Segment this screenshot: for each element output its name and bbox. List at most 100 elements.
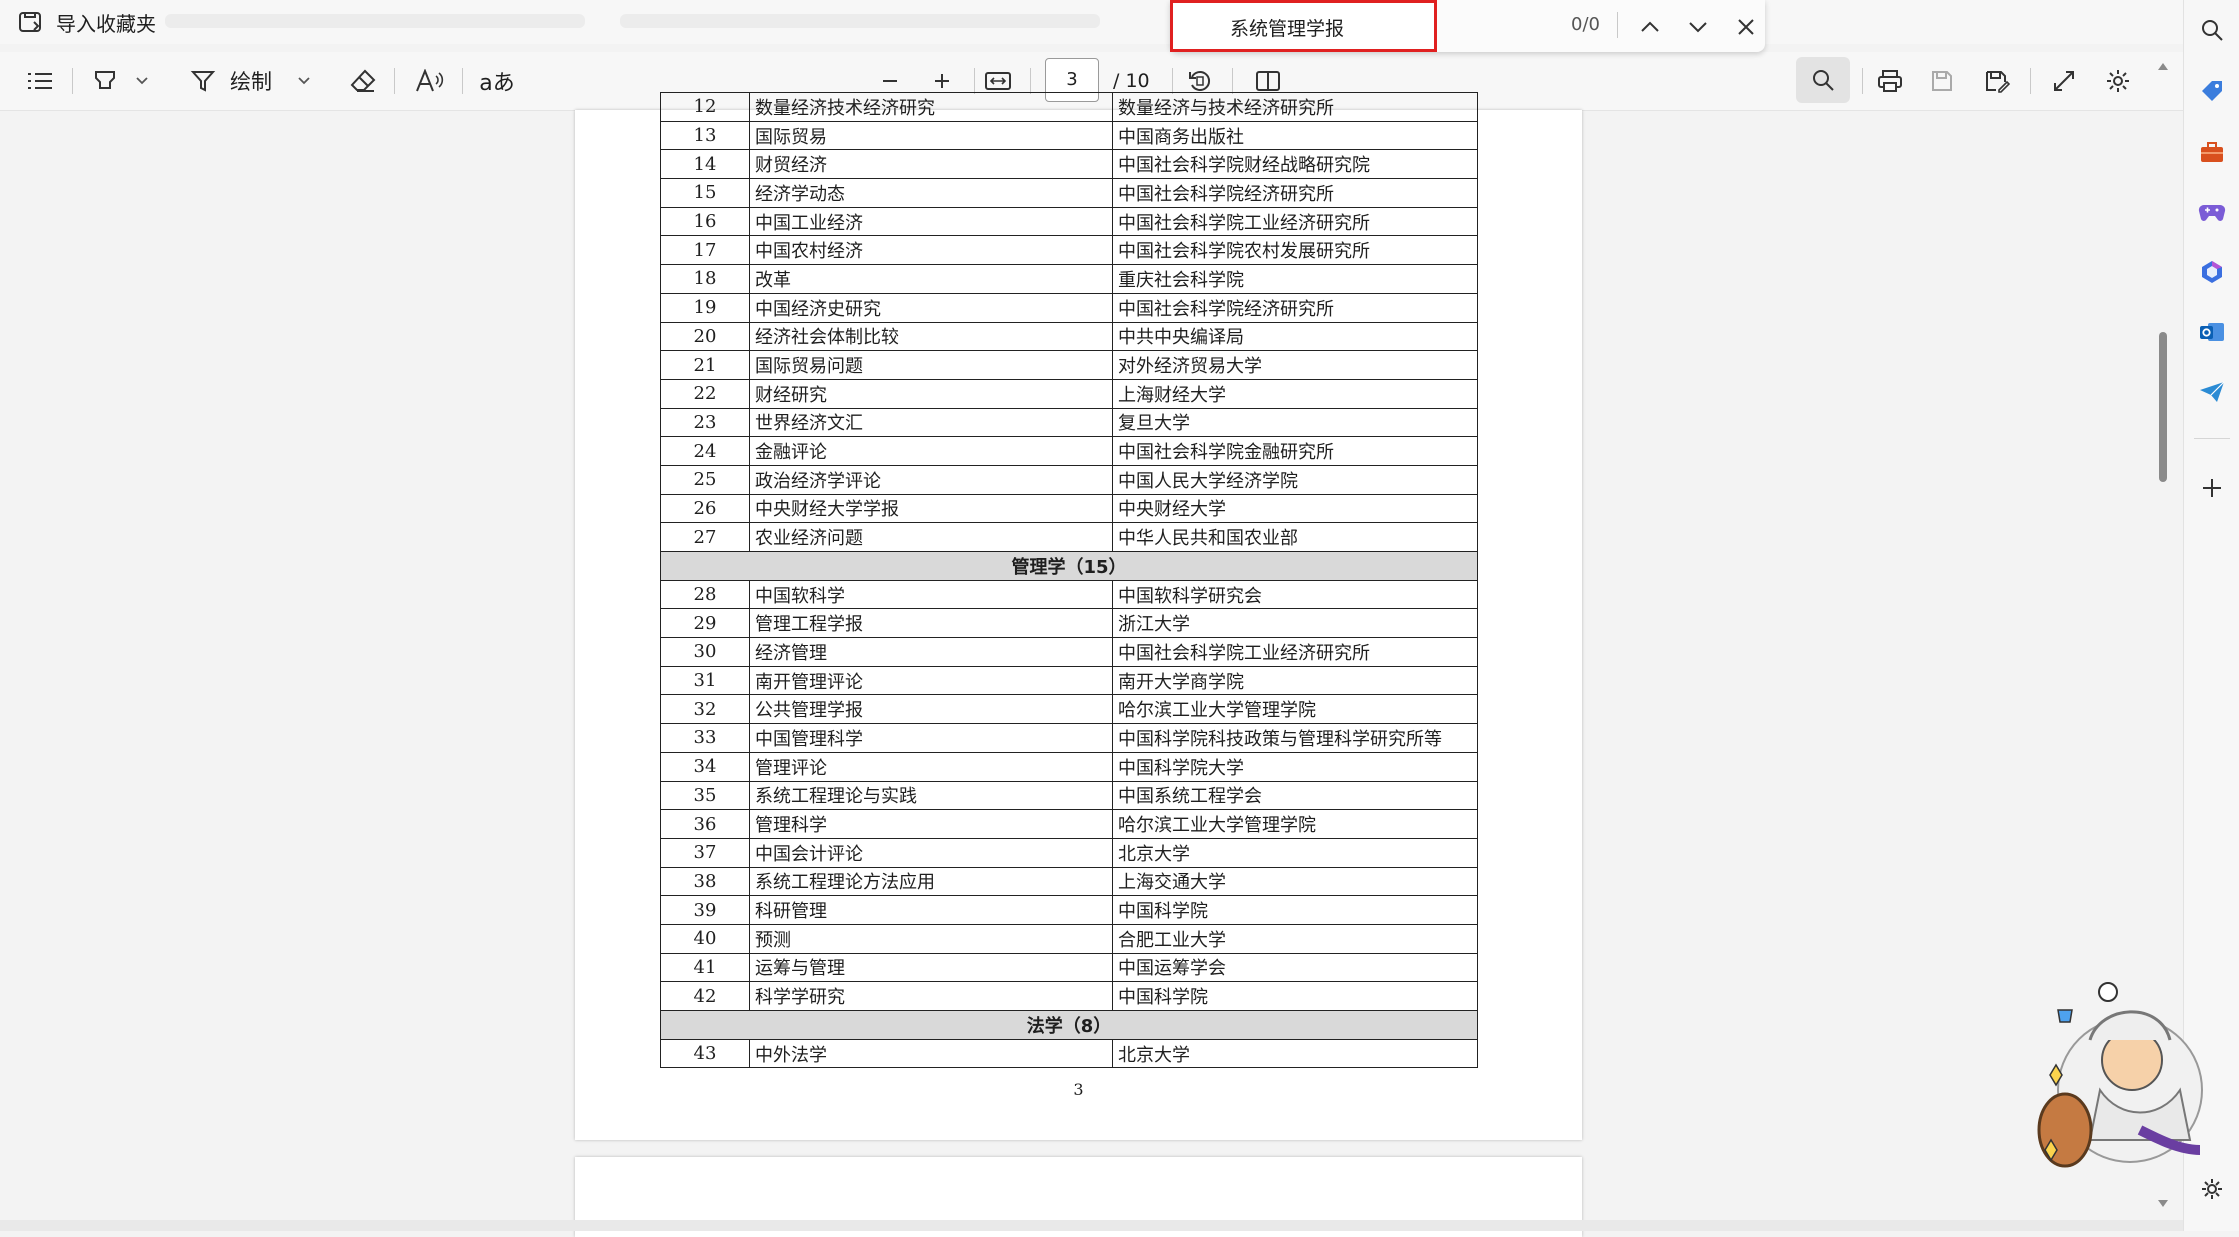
import-favorites[interactable]: 导入收藏夹 [18,8,156,36]
row-number: 39 [660,895,750,925]
office-icon [2202,261,2222,283]
row-number: 21 [660,350,750,380]
outlook-icon [2200,323,2224,341]
journal-publisher: 北京大学 [1112,1038,1478,1069]
sidebar-search[interactable] [2198,16,2226,44]
journal-name: 预测 [749,923,1113,954]
journal-publisher: 中国社会科学院农村发展研究所 [1112,235,1478,266]
save-button[interactable] [1924,59,1960,103]
blurred-favorites [165,14,585,28]
page-number: 3 [1073,1080,1084,1099]
highlight-button[interactable] [88,59,154,103]
row-number: 29 [660,608,750,639]
table-row: 35 系统工程理论与实践 中国系统工程学会 [660,780,1478,811]
find-previous-button[interactable] [1633,10,1667,44]
print-button[interactable] [1872,59,1908,103]
find-bar: 系统管理学报 0/0 [1170,0,1765,52]
sidebar-shopping[interactable] [2198,77,2226,105]
journal-name: 中国经济史研究 [749,292,1113,323]
row-number: 22 [660,378,750,409]
journal-publisher: 中国商务出版社 [1112,120,1478,151]
sidebar-tools[interactable] [2198,138,2226,166]
sidebar-outlook[interactable] [2198,318,2226,346]
table-row: 16 中国工业经济 中国社会科学院工业经济研究所 [660,206,1478,237]
journal-publisher: 数量经济与技术经济研究所 [1112,92,1478,122]
table-row: 42 科学学研究 中国科学院 [660,981,1478,1011]
journal-name: 管理评论 [749,751,1113,782]
row-number: 19 [660,292,750,323]
row-number: 15 [660,178,750,208]
find-button[interactable] [1796,57,1850,103]
sidebar-add[interactable] [2198,474,2226,502]
list-icon [28,73,52,89]
table-row: 14 财贸经济 中国社会科学院财经战略研究院 [660,149,1478,180]
journal-publisher: 南开大学商学院 [1112,665,1478,696]
translate-button[interactable]: aあ [477,59,517,103]
character-sticker [2037,982,2203,1168]
sidebar-games[interactable] [2198,198,2226,226]
find-close-button[interactable] [1729,10,1763,44]
draw-button[interactable]: 绘制 [190,59,320,103]
journal-name: 数量经济技术经济研究 [749,92,1113,122]
status-strip [0,1220,2183,1231]
row-number: 23 [660,407,750,438]
table-row: 30 经济管理 中国社会科学院工业经济研究所 [660,637,1478,667]
translate-icon: aあ [479,71,515,96]
table-row: 26 中央财经大学学报 中央财经大学 [660,493,1478,524]
scroll-thumb[interactable] [2159,332,2167,482]
gear-icon [2107,70,2129,92]
journal-name: 中国会计评论 [749,837,1113,868]
journal-name: 世界经济文汇 [749,407,1113,438]
search-icon [2202,20,2223,41]
journal-publisher: 中国科学院 [1112,895,1478,925]
sidebar-send[interactable] [2198,378,2226,406]
contents-button[interactable] [22,59,58,103]
find-next-button[interactable] [1681,10,1715,44]
journal-name: 管理科学 [749,809,1113,839]
section-title: 管理学（15） [660,551,1478,581]
save-as-icon [1986,71,2010,93]
settings-button[interactable] [2100,59,2136,103]
journal-name: 中央财经大学学报 [749,493,1113,524]
journal-publisher: 北京大学 [1112,837,1478,868]
plus-icon [935,74,949,88]
table-row: 12 数量经济技术经济研究 数量经济与技术经济研究所 [660,92,1478,122]
sidebar-copilot[interactable] [2198,258,2226,286]
journal-publisher: 中国社会科学院财经战略研究院 [1112,149,1478,180]
page-view-icon [1256,71,1280,91]
minus-icon [883,80,897,82]
save-as-button[interactable] [1979,59,2015,103]
read-aloud-button[interactable] [412,59,448,103]
row-number: 13 [660,120,750,151]
row-number: 17 [660,235,750,266]
journal-name: 经济学动态 [749,178,1113,208]
journal-publisher: 重庆社会科学院 [1112,264,1478,294]
expand-icon [2054,71,2074,91]
table-row: 27 农业经济问题 中华人民共和国农业部 [660,522,1478,552]
journal-publisher: 中华人民共和国农业部 [1112,522,1478,552]
journal-name: 中国管理科学 [749,723,1113,753]
row-number: 35 [660,780,750,811]
table-row: 33 中国管理科学 中国科学院科技政策与管理科学研究所等 [660,723,1478,753]
close-icon [1738,19,1754,35]
table-row: 21 国际贸易问题 对外经济贸易大学 [660,350,1478,380]
erase-button[interactable] [345,59,381,103]
highlighter-icon [95,71,115,89]
row-number: 16 [660,206,750,237]
section-header-row: 管理学（15） [660,551,1478,581]
chevron-up-icon [1641,21,1659,32]
find-input[interactable]: 系统管理学报 [1170,0,1437,52]
page-total: / 10 [1113,70,1150,92]
journal-name: 中国工业经济 [749,206,1113,237]
fullscreen-button[interactable] [2046,59,2082,103]
journal-publisher: 中国运筹学会 [1112,952,1478,983]
table-row: 29 管理工程学报 浙江大学 [660,608,1478,639]
row-number: 34 [660,751,750,782]
row-number: 12 [660,92,750,122]
journal-publisher: 中国科学院 [1112,981,1478,1011]
journal-publisher: 中国科学院大学 [1112,751,1478,782]
import-favorites-icon [19,12,41,32]
pdf-page: 12 数量经济技术经济研究 数量经济与技术经济研究所 13 国际贸易 中国商务出版社 14 财… [575,92,1582,1140]
find-match-count: 0/0 [1571,14,1600,35]
draw-icon [190,71,216,92]
